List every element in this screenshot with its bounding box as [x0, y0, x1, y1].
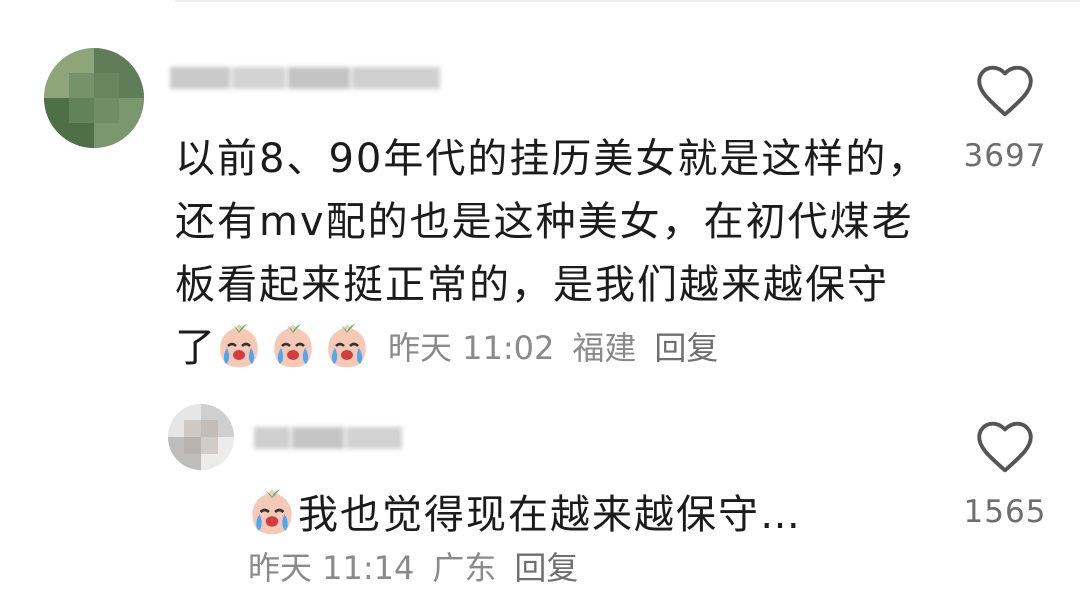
reply-content: 我也觉得现在越来越保守… [246, 480, 802, 542]
divider-line [175, 0, 1080, 2]
emoji-row [214, 320, 372, 370]
reply-time: 昨天 11:14 [248, 549, 415, 587]
reply-button[interactable]: 回复 [654, 329, 718, 367]
comment-time: 昨天 11:02 [388, 329, 555, 367]
comment-like-count: 3697 [963, 138, 1047, 174]
reply-location: 广东 [432, 549, 497, 587]
comment-location: 福建 [572, 329, 637, 367]
reply-reply-button[interactable]: 回复 [514, 549, 578, 587]
replier-name-blurred[interactable] [254, 424, 404, 452]
crying-emoji-icon [220, 324, 258, 368]
comment-like[interactable]: 3697 [950, 64, 1060, 174]
replier-avatar[interactable] [168, 404, 234, 470]
crying-emoji-icon [328, 324, 366, 368]
crying-emoji-icon [252, 489, 292, 535]
crying-emoji-icon [274, 324, 312, 368]
comment-meta: 昨天 11:02 福建 回复 [388, 328, 736, 368]
reply-like[interactable]: 1565 [950, 420, 1060, 530]
reply-text: 我也觉得现在越来越保守… [298, 492, 802, 538]
reply-like-count: 1565 [963, 494, 1047, 530]
commenter-avatar[interactable] [44, 48, 144, 148]
heart-outline-icon[interactable] [975, 64, 1035, 118]
commenter-name-blurred[interactable] [170, 64, 442, 92]
heart-outline-icon[interactable] [975, 420, 1035, 474]
reply-meta: 昨天 11:14 广东 回复 [248, 548, 596, 588]
